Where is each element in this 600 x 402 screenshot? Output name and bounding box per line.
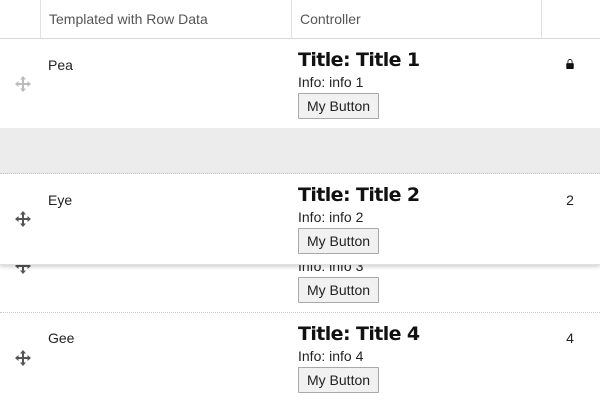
table-row: Gee Title: Title 4 Info: info 4 My Butto… <box>0 312 600 402</box>
row-name: Pea <box>48 57 73 73</box>
table-header: Templated with Row Data Controller <box>0 0 600 39</box>
my-button[interactable]: My Button <box>298 367 380 393</box>
lock-icon <box>560 57 580 73</box>
row-controller: Title: Title 4 Info: info 4 My Button <box>298 323 420 393</box>
table-row-dragging[interactable]: Eye Title: Title 2 Info: info 2 My Butto… <box>0 174 600 265</box>
drag-handle-icon[interactable] <box>14 210 32 228</box>
row-info: Info: info 4 <box>298 348 364 364</box>
header-drag-column <box>0 0 40 38</box>
drag-handle-icon[interactable] <box>14 75 32 93</box>
table-row: Pea Title: Title 1 Info: info 1 My Butto… <box>0 39 600 128</box>
drag-handle-icon[interactable] <box>14 349 32 367</box>
row-title: Title: Title 1 <box>298 49 420 71</box>
row-info: Info: info 1 <box>298 74 364 90</box>
row-title: Title: Title 4 <box>298 323 420 345</box>
row-name: Eye <box>48 192 73 208</box>
drop-placeholder <box>0 128 600 174</box>
row-info: Info: info 2 <box>298 209 364 225</box>
my-button[interactable]: My Button <box>298 93 380 119</box>
row-controller: Title: Title 1 Info: info 1 My Button <box>298 49 420 119</box>
my-button[interactable]: My Button <box>298 277 380 303</box>
row-controller: Title: Title 2 Info: info 2 My Button <box>298 184 420 254</box>
header-last-column <box>541 0 600 38</box>
my-button[interactable]: My Button <box>298 228 380 254</box>
row-last-value: 4 <box>566 330 574 346</box>
row-name: Gee <box>48 330 75 346</box>
row-title: Title: Title 2 <box>298 184 420 206</box>
header-controller-column[interactable]: Controller <box>291 0 541 38</box>
header-templated-column[interactable]: Templated with Row Data <box>40 0 291 38</box>
row-last-value: 2 <box>566 192 574 208</box>
